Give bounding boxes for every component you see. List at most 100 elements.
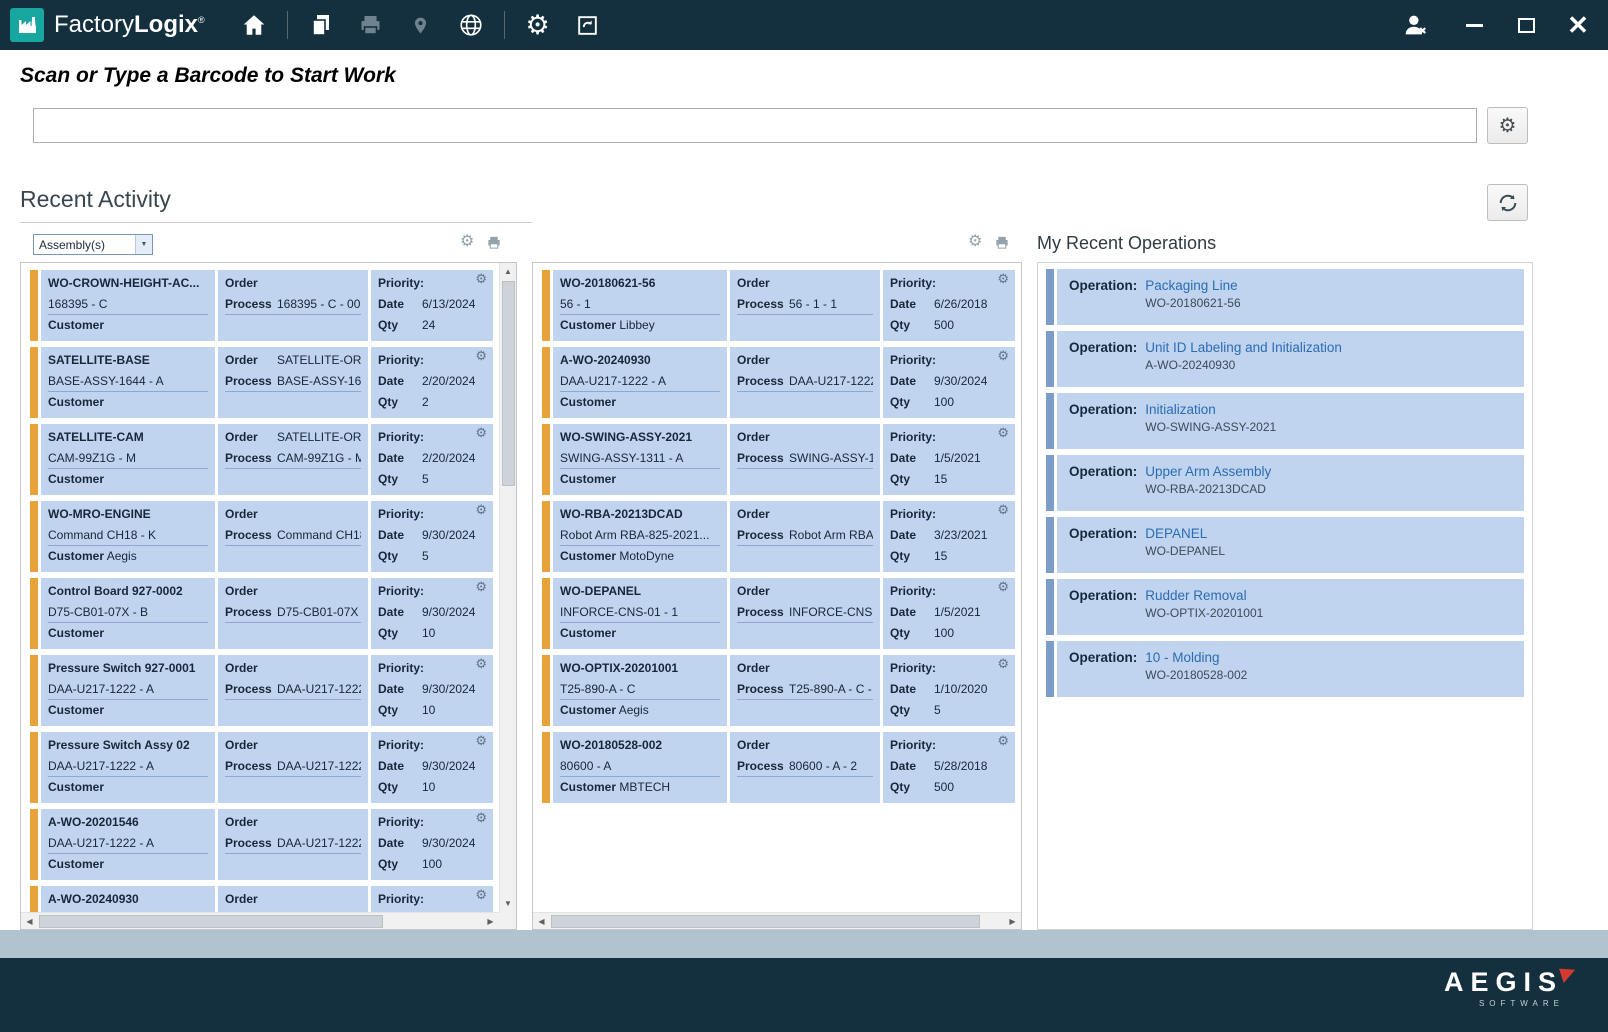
card-settings-gear-icon[interactable]: ⚙ (997, 580, 1009, 593)
work-order-card[interactable]: Control Board 927-0002 D75-CB01-07X - B … (30, 578, 493, 649)
work-order-card[interactable]: A-WO-20240930 Customer Order Process Pri… (30, 886, 493, 912)
column2-settings-gear-icon[interactable]: ⚙ (968, 234, 982, 250)
card-settings-gear-icon[interactable]: ⚙ (475, 272, 487, 285)
column2-print-icon[interactable] (994, 235, 1010, 250)
card-settings-gear-icon[interactable]: ⚙ (997, 734, 1009, 747)
card-priority-stripe (30, 732, 38, 803)
horizontal-scrollbar[interactable]: ◀ ▶ (21, 912, 499, 929)
scroll-down-button[interactable]: ▼ (500, 895, 517, 912)
card-order-section: Order ProcessDAA-U217-1222... (218, 809, 368, 880)
recent-operation-item[interactable]: Operation: Rudder Removal WO-OPTIX-20201… (1046, 579, 1524, 635)
refresh-window-icon (575, 13, 600, 38)
operation-body: Operation: Rudder Removal WO-OPTIX-20201… (1057, 579, 1524, 635)
qty-value: 500 (934, 780, 954, 794)
work-order-card[interactable]: WO-RBA-20213DCAD Robot Arm RBA-825-2021.… (542, 501, 1015, 572)
work-order-card[interactable]: Pressure Switch 927-0001 DAA-U217-1222 -… (30, 655, 493, 726)
home-button[interactable] (238, 8, 270, 42)
priority-label: Priority: (890, 507, 936, 521)
horizontal-scroll-thumb[interactable] (551, 915, 980, 928)
recent-operation-item[interactable]: Operation: Unit ID Labeling and Initiali… (1046, 331, 1524, 387)
scroll-right-button[interactable]: ▶ (482, 913, 499, 930)
operation-link[interactable]: 10 - Molding (1145, 650, 1514, 665)
card-settings-gear-icon[interactable]: ⚙ (475, 426, 487, 439)
recent-operation-item[interactable]: Operation: Initialization WO-SWING-ASSY-… (1046, 393, 1524, 449)
card-settings-gear-icon[interactable]: ⚙ (997, 349, 1009, 362)
scroll-left-button[interactable]: ◀ (21, 913, 38, 930)
maximize-button[interactable] (1508, 7, 1544, 43)
card-settings-gear-icon[interactable]: ⚙ (997, 503, 1009, 516)
settings-button[interactable]: ⚙ (522, 8, 554, 42)
operation-link[interactable]: Unit ID Labeling and Initialization (1145, 340, 1514, 355)
work-order-title: WO-MRO-ENGINE (48, 504, 208, 525)
work-order-card[interactable]: WO-MRO-ENGINE Command CH18 - K Customer … (30, 501, 493, 572)
sync-window-button[interactable] (572, 8, 604, 42)
sign-out-button[interactable] (1399, 8, 1431, 42)
card-priority-stripe (542, 501, 550, 572)
card-schedule-section: Priority: Date1/10/2020 Qty5 (883, 655, 1015, 726)
web-button[interactable] (455, 8, 487, 42)
recent-operation-item[interactable]: Operation: 10 - Molding WO-20180528-002 (1046, 641, 1524, 697)
card-settings-gear-icon[interactable]: ⚙ (475, 734, 487, 747)
card-settings-gear-icon[interactable]: ⚙ (997, 657, 1009, 670)
minimize-icon (1466, 24, 1483, 27)
card-settings-gear-icon[interactable]: ⚙ (475, 888, 487, 901)
operation-link[interactable]: Upper Arm Assembly (1145, 464, 1514, 479)
horizontal-scroll-thumb[interactable] (39, 915, 383, 928)
scroll-up-button[interactable]: ▲ (500, 263, 517, 280)
priority-label: Priority: (890, 661, 936, 675)
print-button[interactable] (355, 8, 387, 42)
vertical-scroll-thumb[interactable] (502, 281, 515, 486)
work-order-card[interactable]: A-WO-20240930 DAA-U217-1222 - A Customer… (542, 347, 1015, 418)
work-order-card[interactable]: A-WO-20201546 DAA-U217-1222 - A Customer… (30, 809, 493, 880)
recent-operation-item[interactable]: Operation: Upper Arm Assembly WO-RBA-202… (1046, 455, 1524, 511)
card-settings-gear-icon[interactable]: ⚙ (475, 657, 487, 670)
date-label: Date (890, 371, 934, 392)
card-settings-gear-icon[interactable]: ⚙ (475, 580, 487, 593)
operation-link[interactable]: Initialization (1145, 402, 1514, 417)
documents-button[interactable] (305, 8, 337, 42)
work-order-card[interactable]: WO-CROWN-HEIGHT-AC... 168395 - C Custome… (30, 270, 493, 341)
scroll-right-button[interactable]: ▶ (1004, 913, 1021, 930)
work-order-card[interactable]: SATELLITE-BASE BASE-ASSY-1644 - A Custom… (30, 347, 493, 418)
recent-operation-item[interactable]: Operation: DEPANEL WO-DEPANEL (1046, 517, 1524, 573)
vertical-scrollbar[interactable]: ▲ ▼ (499, 263, 516, 912)
recent-operation-item[interactable]: Operation: Packaging Line WO-20180621-56 (1046, 269, 1524, 325)
card-settings-gear-icon[interactable]: ⚙ (475, 349, 487, 362)
card-order-section: Order ProcessDAA-U217-1222... (218, 655, 368, 726)
card-priority-stripe (30, 501, 38, 572)
operation-link[interactable]: Rudder Removal (1145, 588, 1514, 603)
card-identity-section: Pressure Switch Assy 02 DAA-U217-1222 - … (41, 732, 215, 803)
location-button[interactable] (405, 8, 437, 42)
operation-link[interactable]: DEPANEL (1145, 526, 1514, 541)
card-settings-gear-icon[interactable]: ⚙ (475, 811, 487, 824)
operation-link[interactable]: Packaging Line (1145, 278, 1514, 293)
work-order-card[interactable]: WO-SWING-ASSY-2021 SWING-ASSY-1311 - A C… (542, 424, 1015, 495)
card-identity-section: WO-MRO-ENGINE Command CH18 - K Customer … (41, 501, 215, 572)
close-button[interactable]: ✕ (1560, 7, 1596, 43)
card-schedule-section: Priority: Date6/26/2018 Qty500 (883, 270, 1015, 341)
card-settings-gear-icon[interactable]: ⚙ (475, 503, 487, 516)
assembly-revision: DAA-U217-1222 - A (48, 833, 208, 854)
assembly-revision: D75-CB01-07X - B (48, 602, 208, 623)
card-settings-gear-icon[interactable]: ⚙ (997, 426, 1009, 439)
scroll-left-button[interactable]: ◀ (533, 913, 550, 930)
scan-options-button[interactable]: ⚙ (1487, 107, 1528, 144)
work-order-card[interactable]: WO-20180528-002 80600 - A Customer MBTEC… (542, 732, 1015, 803)
titlebar: FactoryLogix® (0, 0, 1608, 50)
work-order-card[interactable]: WO-DEPANEL INFORCE-CNS-01 - 1 Customer O… (542, 578, 1015, 649)
minimize-button[interactable] (1456, 7, 1492, 43)
assembly-filter-dropdown[interactable]: Assembly(s) ▼ (33, 234, 153, 255)
card-settings-gear-icon[interactable]: ⚙ (997, 272, 1009, 285)
work-order-card[interactable]: WO-OPTIX-20201001 T25-890-A - C Customer… (542, 655, 1015, 726)
horizontal-scrollbar[interactable]: ◀ ▶ (533, 912, 1021, 929)
work-order-card[interactable]: SATELLITE-CAM CAM-99Z1G - M Customer Ord… (30, 424, 493, 495)
column1-print-icon[interactable] (486, 235, 502, 250)
column1-settings-gear-icon[interactable]: ⚙ (460, 234, 474, 250)
barcode-input[interactable] (33, 108, 1477, 143)
work-order-card[interactable]: WO-20180621-56 56 - 1 Customer Libbey Or… (542, 270, 1015, 341)
qty-value: 15 (934, 549, 947, 563)
work-order-card[interactable]: Pressure Switch Assy 02 DAA-U217-1222 - … (30, 732, 493, 803)
order-label: Order (225, 504, 277, 525)
refresh-button[interactable] (1487, 184, 1528, 221)
priority-label: Priority: (378, 815, 424, 829)
